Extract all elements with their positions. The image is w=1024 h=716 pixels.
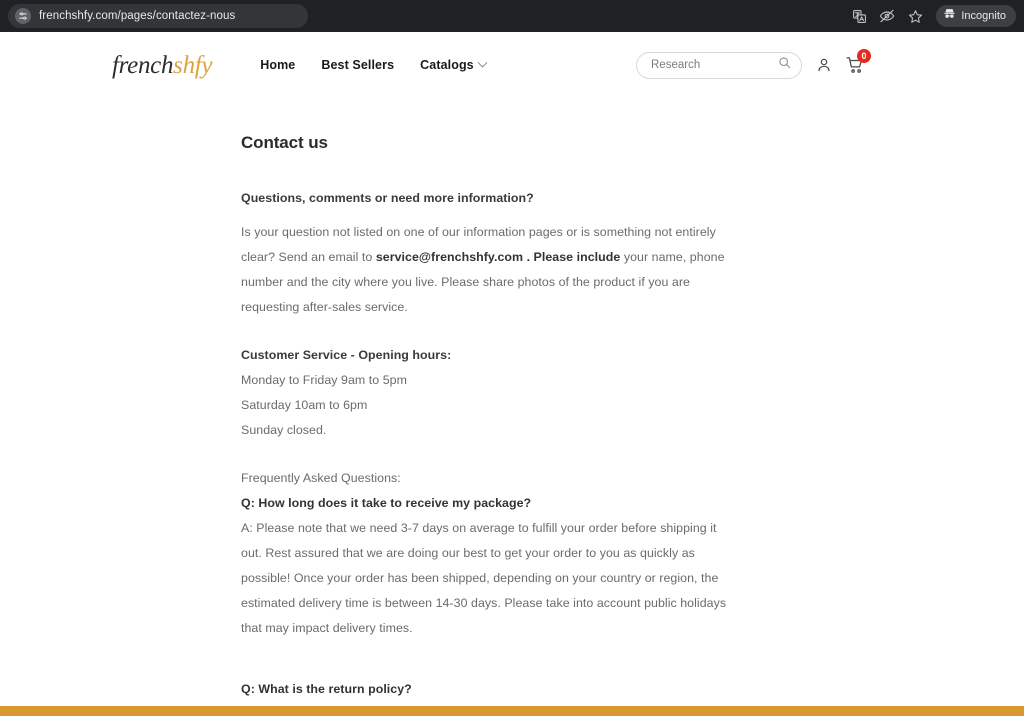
support-email-inline: service@frenchshfy.com . Please include <box>375 250 621 264</box>
translate-icon[interactable] <box>846 3 872 29</box>
nav-item-catalogs[interactable]: Catalogs <box>420 57 488 72</box>
nav-item-home-label: Home <box>260 58 296 72</box>
logo-text-gold: shfy <box>173 51 213 79</box>
search-input[interactable] <box>651 59 778 71</box>
cart-count-badge: 0 <box>857 49 871 63</box>
faq-question-return-policy: Q: What is the return policy? <box>241 682 412 696</box>
tune-icon[interactable] <box>15 8 31 24</box>
faq-label: Frequently Asked Questions: <box>241 471 401 485</box>
user-icon <box>816 57 832 73</box>
nav-item-best-sellers[interactable]: Best Sellers <box>321 58 394 72</box>
page-content: Contact us Questions, comments or need m… <box>0 133 1024 716</box>
eye-slash-icon[interactable] <box>874 3 900 29</box>
star-icon[interactable] <box>902 3 928 29</box>
browser-chrome: frenchshfy.com/pages/contactez-nous Inco… <box>0 0 1024 32</box>
incognito-label: Incognito <box>961 10 1006 22</box>
intro-paragraph: Is your question not listed on one of ou… <box>241 220 733 320</box>
nav-item-home[interactable]: Home <box>260 58 295 72</box>
account-button[interactable] <box>816 57 832 73</box>
page-title: Contact us <box>241 133 328 152</box>
nav-item-best-sellers-label: Best Sellers <box>321 58 395 72</box>
opening-hours-heading: Customer Service - Opening hours: <box>241 348 452 362</box>
search-icon[interactable] <box>778 56 791 74</box>
opening-hours-saturday: Saturday 10am to 6pm <box>241 398 368 412</box>
header-actions: 0 <box>636 49 871 79</box>
chevron-down-icon <box>477 57 488 68</box>
lead-heading: Questions, comments or need more informa… <box>241 191 534 205</box>
address-bar[interactable]: frenchshfy.com/pages/contactez-nous <box>8 4 308 28</box>
faq-answer-shipping-time: A: Please note that we need 3-7 days on … <box>241 521 727 635</box>
incognito-hat-icon <box>943 7 956 25</box>
opening-hours-sunday: Sunday closed. <box>241 423 327 437</box>
site-logo[interactable]: frenchshfy <box>112 51 213 79</box>
cart-button[interactable]: 0 <box>846 49 871 74</box>
incognito-badge[interactable]: Incognito <box>936 5 1016 27</box>
search-box[interactable] <box>636 51 802 79</box>
faq-question-shipping-time: Q: How long does it take to receive my p… <box>241 496 532 510</box>
footer-accent-bar <box>0 706 1024 716</box>
site-header: frenchshfy Home Best Sellers Catalogs Re… <box>0 32 1024 98</box>
logo-text-dark: french <box>112 51 174 79</box>
main-navigation: Home Best Sellers Catalogs <box>260 57 488 72</box>
opening-hours-weekday: Monday to Friday 9am to 5pm <box>241 373 407 387</box>
browser-toolbar-right: Incognito <box>846 3 1016 29</box>
address-bar-url: frenchshfy.com/pages/contactez-nous <box>39 10 236 22</box>
nav-item-catalogs-label: Catalogs <box>420 58 474 72</box>
